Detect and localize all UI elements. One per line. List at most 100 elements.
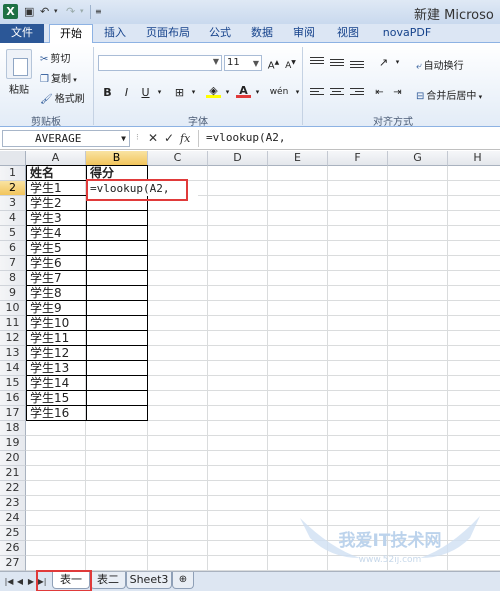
italic-button[interactable]: I xyxy=(119,85,134,100)
tab-data[interactable]: 数据 xyxy=(244,24,280,43)
row-header-8[interactable]: 8 xyxy=(0,271,26,286)
row-header-19[interactable]: 19 xyxy=(0,436,26,451)
row-header-3[interactable]: 3 xyxy=(0,196,26,211)
column-header-f[interactable]: F xyxy=(328,151,388,166)
cell-a13[interactable]: 学生12 xyxy=(28,346,86,361)
undo-icon[interactable]: ↶ xyxy=(40,5,49,18)
phonetic-guide-button[interactable]: wén xyxy=(268,85,290,100)
cell-a3[interactable]: 学生2 xyxy=(28,196,86,211)
decrease-indent-icon[interactable]: ⇤ xyxy=(372,85,387,100)
orientation-icon[interactable]: ↗ xyxy=(376,55,391,70)
row-header-7[interactable]: 7 xyxy=(0,256,26,271)
column-header-e[interactable]: E xyxy=(268,151,328,166)
tab-review[interactable]: 审阅 xyxy=(286,24,322,43)
cell-a1[interactable]: 姓名 xyxy=(28,166,86,181)
sheet-tab-2[interactable]: 表二 xyxy=(90,572,126,589)
font-name-combo[interactable]: ▼ xyxy=(98,55,222,71)
worksheet-grid[interactable]: ABCDEFGH 1 2 3 4 5 6 7 8 9 10 11 12 13 14 15 16 17 18 19 20… xyxy=(0,151,500,586)
row-header-17[interactable]: 17 xyxy=(0,406,26,421)
row-header-25[interactable]: 25 xyxy=(0,526,26,541)
font-size-combo[interactable]: 11 ▼ xyxy=(224,55,262,71)
row-header-23[interactable]: 23 xyxy=(0,496,26,511)
row-header-5[interactable]: 5 xyxy=(0,226,26,241)
row-header-9[interactable]: 9 xyxy=(0,286,26,301)
cell-a6[interactable]: 学生5 xyxy=(28,241,86,256)
increase-indent-icon[interactable]: ⇥ xyxy=(390,85,405,100)
copy-button[interactable]: ❐ 复制 ▾ xyxy=(40,70,77,85)
cell-a9[interactable]: 学生8 xyxy=(28,286,86,301)
column-header-h[interactable]: H xyxy=(448,151,500,166)
row-header-14[interactable]: 14 xyxy=(0,361,26,376)
row-header-27[interactable]: 27 xyxy=(0,556,26,571)
borders-dropdown-icon[interactable]: ▾ xyxy=(186,85,201,100)
row-header-10[interactable]: 10 xyxy=(0,301,26,316)
fill-color-dropdown-icon[interactable]: ▾ xyxy=(220,85,235,100)
paste-icon[interactable] xyxy=(6,49,32,79)
tab-novapdf[interactable]: novaPDF xyxy=(378,24,436,43)
align-center-icon[interactable] xyxy=(330,88,344,98)
grow-font-icon[interactable]: A▲ xyxy=(266,55,281,71)
undo-dropdown-icon[interactable]: ▾ xyxy=(54,5,58,18)
row-header-1[interactable]: 1 xyxy=(0,166,26,181)
column-header-d[interactable]: D xyxy=(208,151,268,166)
row-header-2[interactable]: 2 xyxy=(0,181,26,196)
tab-file[interactable]: 文件 xyxy=(0,24,44,43)
row-header-15[interactable]: 15 xyxy=(0,376,26,391)
first-sheet-icon[interactable]: |◀ xyxy=(4,575,14,588)
tab-insert[interactable]: 插入 xyxy=(97,24,133,43)
column-header-g[interactable]: G xyxy=(388,151,448,166)
row-header-4[interactable]: 4 xyxy=(0,211,26,226)
column-header-a[interactable]: A xyxy=(26,151,86,166)
cell-a14[interactable]: 学生13 xyxy=(28,361,86,376)
fill-color-icon[interactable]: ◈ xyxy=(206,85,221,100)
insert-function-icon[interactable]: fx xyxy=(180,131,190,146)
align-bottom-icon[interactable] xyxy=(350,61,364,71)
tab-formulas[interactable]: 公式 xyxy=(202,24,238,43)
bold-button[interactable]: B xyxy=(100,85,115,100)
tab-view[interactable]: 视图 xyxy=(330,24,366,43)
prev-sheet-icon[interactable]: ◀ xyxy=(15,575,25,588)
cell-a11[interactable]: 学生10 xyxy=(28,316,86,331)
cell-a4[interactable]: 学生3 xyxy=(28,211,86,226)
row-header-18[interactable]: 18 xyxy=(0,421,26,436)
enter-icon[interactable]: ✓ xyxy=(164,131,174,146)
underline-dropdown-icon[interactable]: ▾ xyxy=(152,85,167,100)
cut-button[interactable]: ✂ 剪切 xyxy=(40,50,70,65)
row-header-20[interactable]: 20 xyxy=(0,451,26,466)
redo-dropdown-icon[interactable]: ▾ xyxy=(80,5,84,18)
next-sheet-icon[interactable]: ▶ xyxy=(26,575,36,588)
cell-a7[interactable]: 学生6 xyxy=(28,256,86,271)
borders-icon[interactable]: ⊞ xyxy=(172,85,187,100)
select-all-corner[interactable] xyxy=(0,151,26,166)
underline-button[interactable]: U xyxy=(138,85,153,100)
column-header-b[interactable]: B xyxy=(86,151,148,166)
column-header-c[interactable]: C xyxy=(148,151,208,166)
cell-a5[interactable]: 学生4 xyxy=(28,226,86,241)
cell-a10[interactable]: 学生9 xyxy=(28,301,86,316)
cell-a2[interactable]: 学生1 xyxy=(28,181,86,196)
format-painter-button[interactable]: 🖌 格式刷 xyxy=(40,90,85,105)
save-icon[interactable]: ▣ xyxy=(24,5,34,18)
row-header-12[interactable]: 12 xyxy=(0,331,26,346)
name-box[interactable]: AVERAGE ▼ xyxy=(2,130,130,147)
tab-home[interactable]: 开始 xyxy=(49,24,93,44)
wrap-text-button[interactable]: ⤶ 自动换行 xyxy=(416,57,464,72)
row-header-21[interactable]: 21 xyxy=(0,466,26,481)
redo-icon[interactable]: ↷ xyxy=(66,5,75,18)
cell-a16[interactable]: 学生15 xyxy=(28,391,86,406)
row-header-6[interactable]: 6 xyxy=(0,241,26,256)
align-right-icon[interactable] xyxy=(350,88,364,98)
align-middle-icon[interactable] xyxy=(330,59,344,69)
cell-a17[interactable]: 学生16 xyxy=(28,406,86,421)
row-header-24[interactable]: 24 xyxy=(0,511,26,526)
font-color-icon[interactable]: A xyxy=(236,85,251,100)
shrink-font-icon[interactable]: A▼ xyxy=(283,55,298,71)
tab-page-layout[interactable]: 页面布局 xyxy=(140,24,196,43)
sheet-tab-3[interactable]: Sheet3 xyxy=(126,572,172,589)
merge-center-button[interactable]: ⊟ 合并后居中 ▾ xyxy=(416,87,482,102)
align-left-icon[interactable] xyxy=(310,88,324,98)
customize-qat-icon[interactable]: ≡ xyxy=(95,5,102,18)
cancel-icon[interactable]: ✕ xyxy=(148,131,158,146)
align-top-icon[interactable] xyxy=(310,57,324,67)
row-header-26[interactable]: 26 xyxy=(0,541,26,556)
